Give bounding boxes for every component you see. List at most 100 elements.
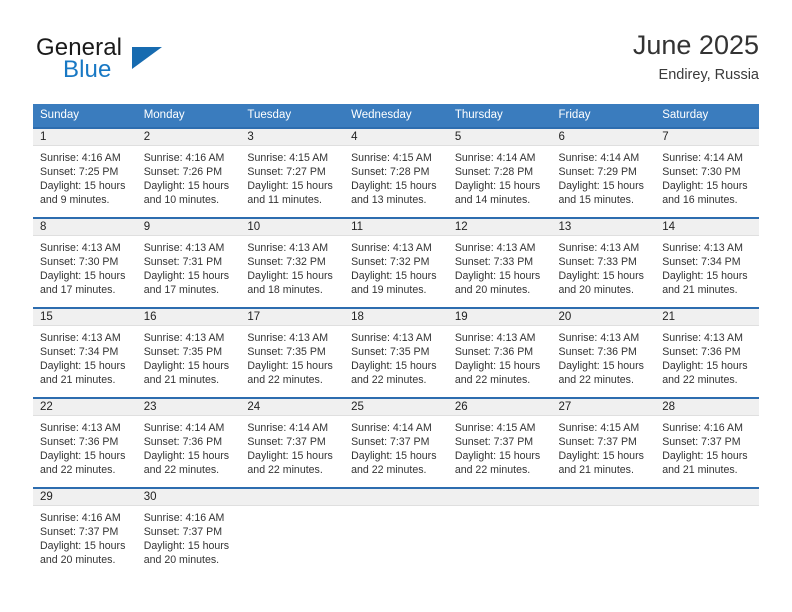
- daylight-text-line2: and 20 minutes.: [40, 554, 116, 567]
- daylight-text-line1: Daylight: 15 hours: [143, 450, 230, 463]
- day-number: 17: [240, 309, 345, 326]
- daylight-text-line2: and 20 minutes.: [558, 284, 634, 297]
- daylight-text-line1: Daylight: 15 hours: [247, 180, 333, 193]
- calendar-week-row: 22 Sunrise: 4:13 AM Sunset: 7:36 PM Dayligh…: [33, 397, 759, 488]
- day-number: [655, 489, 759, 506]
- sunrise-text: Sunrise: 4:16 AM: [40, 152, 121, 164]
- sunset-text: Sunset: 7:34 PM: [662, 256, 741, 269]
- sunset-text: Sunset: 7:29 PM: [558, 166, 637, 179]
- day-number: 4: [344, 129, 448, 146]
- day-cell[interactable]: 30 Sunrise: 4:16 AM Sunset: 7:37 PM Dayligh…: [136, 487, 241, 577]
- day-cell[interactable]: 19 Sunrise: 4:13 AM Sunset: 7:36 PM Dayligh…: [447, 307, 552, 398]
- daylight-text-line2: and 22 minutes.: [351, 464, 427, 477]
- page-title: June 2025: [632, 30, 759, 60]
- day-details: Sunrise: 4:16 AM Sunset: 7:37 PM Daylight:…: [655, 416, 759, 477]
- daylight-text-line1: Daylight: 15 hours: [40, 450, 126, 463]
- daylight-text-line1: Daylight: 15 hours: [40, 180, 126, 193]
- day-details: Sunrise: 4:16 AM Sunset: 7:37 PM Daylight:…: [33, 506, 137, 567]
- daylight-text-line2: and 21 minutes.: [662, 464, 738, 477]
- day-details: Sunrise: 4:13 AM Sunset: 7:36 PM Daylight:…: [655, 326, 759, 387]
- daylight-text-line1: Daylight: 15 hours: [454, 270, 541, 283]
- day-cell[interactable]: 10 Sunrise: 4:13 AM Sunset: 7:32 PM Dayligh…: [240, 217, 345, 308]
- sunset-text: Sunset: 7:35 PM: [143, 346, 223, 359]
- day-number: 5: [447, 129, 552, 146]
- title-block: June 2025 Endirey, Russia: [633, 28, 759, 85]
- day-cell[interactable]: 22 Sunrise: 4:13 AM Sunset: 7:36 PM Dayligh…: [33, 397, 137, 488]
- sunrise-text: Sunrise: 4:14 AM: [351, 422, 432, 434]
- brand-name-blue: Blue: [63, 56, 112, 83]
- daylight-text-line1: Daylight: 15 hours: [247, 360, 333, 373]
- daylight-text-line1: Daylight: 15 hours: [454, 180, 541, 193]
- daylight-text-line2: and 21 minutes.: [662, 284, 738, 297]
- sunrise-text: Sunrise: 4:15 AM: [454, 422, 536, 434]
- day-cell[interactable]: 11 Sunrise: 4:13 AM Sunset: 7:32 PM Dayligh…: [344, 217, 448, 308]
- daylight-text-line1: Daylight: 15 hours: [143, 270, 230, 283]
- day-cell[interactable]: 4 Sunrise: 4:15 AM Sunset: 7:28 PM Daylight…: [344, 127, 448, 218]
- daylight-text-line1: Daylight: 15 hours: [351, 270, 437, 283]
- brand-logo[interactable]: General Blue: [33, 34, 253, 90]
- daylight-text-line1: Daylight: 15 hours: [454, 360, 541, 373]
- day-cell[interactable]: 15 Sunrise: 4:13 AM Sunset: 7:34 PM Dayligh…: [33, 307, 137, 398]
- daylight-text-line2: and 22 minutes.: [247, 464, 323, 477]
- weekday-header-thursday: Thursday: [447, 104, 552, 128]
- daylight-text-line2: and 21 minutes.: [143, 374, 220, 387]
- day-number: 15: [33, 309, 137, 326]
- sunrise-text: Sunrise: 4:13 AM: [143, 332, 225, 344]
- day-cell[interactable]: 3 Sunrise: 4:15 AM Sunset: 7:27 PM Daylight…: [240, 127, 345, 218]
- sunrise-text: Sunrise: 4:13 AM: [40, 242, 121, 254]
- day-details: Sunrise: 4:15 AM Sunset: 7:37 PM Daylight:…: [552, 416, 656, 477]
- day-cell[interactable]: 6 Sunrise: 4:14 AM Sunset: 7:29 PM Daylight…: [551, 127, 656, 218]
- sunrise-text: Sunrise: 4:13 AM: [143, 242, 225, 254]
- location-subtitle: Endirey, Russia: [658, 67, 759, 83]
- day-number: 8: [33, 219, 137, 236]
- day-cell[interactable]: 7 Sunrise: 4:14 AM Sunset: 7:30 PM Daylight…: [655, 127, 759, 218]
- day-number: 10: [240, 219, 345, 236]
- day-cell[interactable]: 27 Sunrise: 4:15 AM Sunset: 7:37 PM Dayligh…: [551, 397, 656, 488]
- day-cell[interactable]: 16 Sunrise: 4:13 AM Sunset: 7:35 PM Dayligh…: [136, 307, 241, 398]
- day-cell[interactable]: 9 Sunrise: 4:13 AM Sunset: 7:31 PM Daylight…: [136, 217, 241, 308]
- daylight-text-line1: Daylight: 15 hours: [143, 540, 230, 553]
- daylight-text-line1: Daylight: 15 hours: [662, 450, 748, 463]
- day-cell[interactable]: 23 Sunrise: 4:14 AM Sunset: 7:36 PM Dayligh…: [136, 397, 241, 488]
- day-details: Sunrise: 4:14 AM Sunset: 7:30 PM Daylight:…: [655, 146, 759, 207]
- day-cell[interactable]: 5 Sunrise: 4:14 AM Sunset: 7:28 PM Daylight…: [447, 127, 552, 218]
- day-cell[interactable]: 26 Sunrise: 4:15 AM Sunset: 7:37 PM Dayligh…: [447, 397, 552, 488]
- sunrise-text: Sunrise: 4:13 AM: [558, 332, 640, 344]
- day-cell-empty: [551, 487, 656, 577]
- day-cell[interactable]: 1 Sunrise: 4:16 AM Sunset: 7:25 PM Daylight…: [33, 127, 137, 218]
- sunrise-text: Sunrise: 4:13 AM: [454, 332, 536, 344]
- daylight-text-line2: and 22 minutes.: [454, 464, 531, 477]
- sunrise-text: Sunrise: 4:14 AM: [247, 422, 329, 434]
- sunrise-text: Sunrise: 4:16 AM: [143, 512, 225, 524]
- day-cell[interactable]: 29 Sunrise: 4:16 AM Sunset: 7:37 PM Dayligh…: [33, 487, 137, 577]
- day-cell[interactable]: 20 Sunrise: 4:13 AM Sunset: 7:36 PM Dayligh…: [551, 307, 656, 398]
- day-cell[interactable]: 17 Sunrise: 4:13 AM Sunset: 7:35 PM Dayligh…: [240, 307, 345, 398]
- daylight-text-line2: and 22 minutes.: [40, 464, 116, 477]
- sunrise-text: Sunrise: 4:13 AM: [247, 332, 329, 344]
- daylight-text-line1: Daylight: 15 hours: [662, 360, 748, 373]
- day-number: [447, 489, 552, 506]
- day-details: Sunrise: 4:13 AM Sunset: 7:35 PM Daylight:…: [137, 326, 241, 387]
- day-cell[interactable]: 14 Sunrise: 4:13 AM Sunset: 7:34 PM Dayligh…: [655, 217, 759, 308]
- day-details: Sunrise: 4:13 AM Sunset: 7:36 PM Daylight:…: [448, 326, 552, 387]
- calendar-week-row: 8 Sunrise: 4:13 AM Sunset: 7:30 PM Daylight…: [33, 217, 759, 308]
- day-details: Sunrise: 4:16 AM Sunset: 7:26 PM Daylight:…: [137, 146, 241, 207]
- day-cell[interactable]: 8 Sunrise: 4:13 AM Sunset: 7:30 PM Daylight…: [33, 217, 137, 308]
- daylight-text-line2: and 22 minutes.: [662, 374, 738, 387]
- day-details: Sunrise: 4:13 AM Sunset: 7:35 PM Daylight:…: [240, 326, 344, 387]
- day-cell[interactable]: 12 Sunrise: 4:13 AM Sunset: 7:33 PM Dayligh…: [447, 217, 552, 308]
- day-cell[interactable]: 24 Sunrise: 4:14 AM Sunset: 7:37 PM Dayligh…: [240, 397, 345, 488]
- day-details: Sunrise: 4:14 AM Sunset: 7:37 PM Daylight:…: [344, 416, 448, 477]
- day-cell[interactable]: 2 Sunrise: 4:16 AM Sunset: 7:26 PM Daylight…: [136, 127, 241, 218]
- calendar-table: Sunday Monday Tuesday Wednesday Thursday…: [33, 104, 759, 577]
- day-details: Sunrise: 4:13 AM Sunset: 7:33 PM Daylight:…: [448, 236, 552, 297]
- day-cell[interactable]: 28 Sunrise: 4:16 AM Sunset: 7:37 PM Dayligh…: [655, 397, 759, 488]
- day-cell[interactable]: 25 Sunrise: 4:14 AM Sunset: 7:37 PM Dayligh…: [344, 397, 448, 488]
- sunset-text: Sunset: 7:37 PM: [558, 436, 637, 449]
- day-number: 20: [551, 309, 656, 326]
- calendar-page: General Blue June 2025 Endirey, Russia S…: [0, 0, 792, 612]
- day-cell[interactable]: 21 Sunrise: 4:13 AM Sunset: 7:36 PM Dayligh…: [655, 307, 759, 398]
- day-cell[interactable]: 13 Sunrise: 4:13 AM Sunset: 7:33 PM Dayligh…: [551, 217, 656, 308]
- day-details: Sunrise: 4:13 AM Sunset: 7:34 PM Daylight:…: [33, 326, 137, 387]
- day-cell[interactable]: 18 Sunrise: 4:13 AM Sunset: 7:35 PM Dayligh…: [344, 307, 448, 398]
